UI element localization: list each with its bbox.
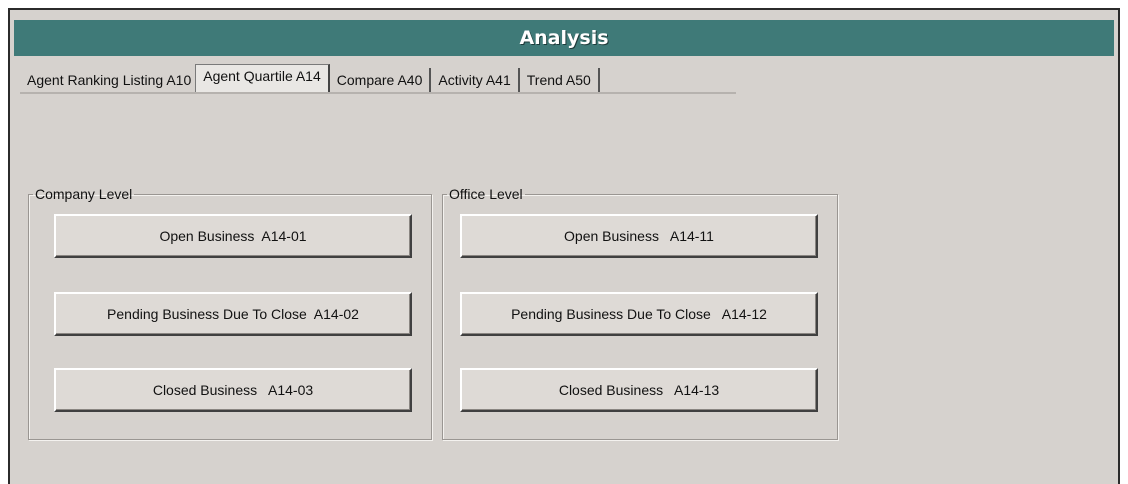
tab-compare[interactable]: Compare A40	[330, 68, 432, 92]
tab-activity[interactable]: Activity A41	[431, 68, 520, 92]
tab-divider	[20, 92, 736, 94]
office-closed-business-button[interactable]: Closed Business A14-13	[460, 368, 818, 412]
office-level-label: Office Level	[449, 186, 523, 202]
tab-agent-quartile[interactable]: Agent Quartile A14	[195, 64, 330, 92]
office-pending-business-button[interactable]: Pending Business Due To Close A14-12	[460, 292, 818, 336]
tab-strip: Agent Ranking Listing A10 Agent Quartile…	[20, 64, 600, 92]
company-closed-business-button[interactable]: Closed Business A14-03	[54, 368, 412, 412]
company-level-label: Company Level	[35, 186, 133, 202]
company-pending-business-button[interactable]: Pending Business Due To Close A14-02	[54, 292, 412, 336]
tab-trend[interactable]: Trend A50	[520, 68, 600, 92]
window-title: Analysis	[14, 20, 1114, 56]
office-open-business-button[interactable]: Open Business A14-11	[460, 214, 818, 258]
tab-agent-ranking-listing[interactable]: Agent Ranking Listing A10	[20, 68, 195, 92]
company-open-business-button[interactable]: Open Business A14-01	[54, 214, 412, 258]
